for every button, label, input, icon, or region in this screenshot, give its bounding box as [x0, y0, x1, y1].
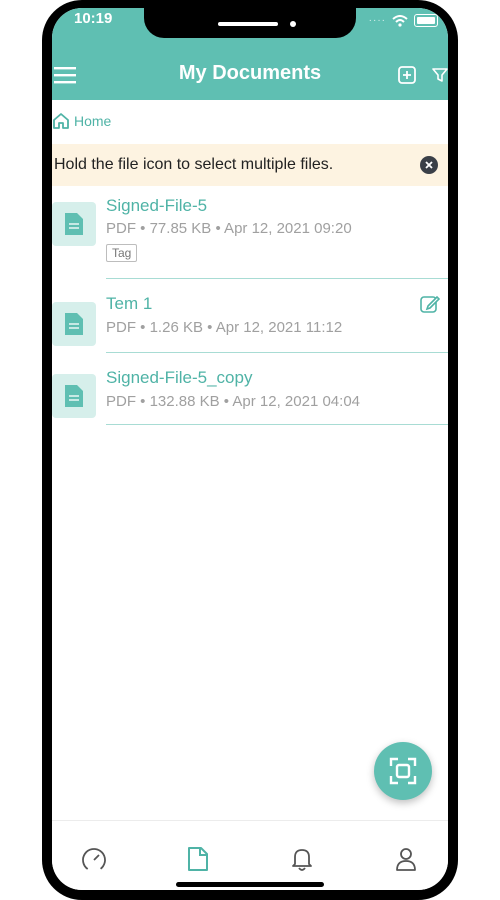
- hint-text: Hold the file icon to select multiple fi…: [54, 156, 334, 173]
- add-icon[interactable]: [398, 66, 416, 84]
- file-name[interactable]: Tem 1: [106, 294, 152, 314]
- bell-icon[interactable]: [288, 845, 316, 873]
- device-notch: [144, 8, 356, 38]
- wifi-icon: [392, 14, 408, 27]
- page-title: My Documents: [178, 62, 322, 84]
- file-icon[interactable]: [52, 302, 96, 346]
- file-name[interactable]: Signed-File-5_copy: [106, 368, 252, 388]
- edit-icon[interactable]: [420, 294, 440, 314]
- list-item[interactable]: Signed-File-5 PDF • 77.85 KB • Apr 12, 2…: [52, 194, 448, 280]
- scan-button[interactable]: [374, 742, 432, 800]
- file-meta: PDF • 1.26 KB • Apr 12, 2021 11:12: [106, 319, 343, 336]
- close-icon[interactable]: [420, 156, 438, 174]
- app-screen: 10:19 ···· My Documents Home Hold the fi…: [52, 8, 448, 890]
- filter-icon[interactable]: [432, 67, 448, 83]
- documents-icon[interactable]: [184, 845, 212, 873]
- file-name[interactable]: Signed-File-5: [106, 196, 207, 216]
- list-item[interactable]: Signed-File-5_copy PDF • 132.88 KB • Apr…: [52, 360, 448, 426]
- home-icon: [53, 113, 69, 129]
- breadcrumb[interactable]: Home: [52, 112, 111, 130]
- scan-icon: [389, 757, 417, 785]
- home-indicator: [176, 882, 324, 887]
- file-tag[interactable]: Tag: [106, 244, 138, 262]
- bottom-nav: [52, 820, 448, 890]
- file-meta: PDF • 77.85 KB • Apr 12, 2021 09:20: [106, 220, 352, 237]
- divider: [106, 278, 448, 279]
- status-indicators: ····: [369, 14, 438, 27]
- breadcrumb-home[interactable]: Home: [74, 113, 111, 129]
- hint-banner: Hold the file icon to select multiple fi…: [52, 144, 448, 186]
- divider: [106, 352, 448, 353]
- file-icon[interactable]: [52, 374, 96, 418]
- status-time: 10:19: [74, 10, 113, 27]
- user-icon[interactable]: [392, 845, 420, 873]
- battery-icon: [414, 14, 438, 27]
- file-icon[interactable]: [52, 202, 96, 246]
- signal-icon: ····: [368, 15, 386, 26]
- list-item[interactable]: Tem 1 PDF • 1.26 KB • Apr 12, 2021 11:12: [52, 286, 448, 354]
- divider: [106, 424, 448, 425]
- dashboard-icon[interactable]: [80, 845, 108, 873]
- file-meta: PDF • 132.88 KB • Apr 12, 2021 04:04: [106, 393, 361, 410]
- app-header: 10:19 ···· My Documents: [52, 8, 448, 100]
